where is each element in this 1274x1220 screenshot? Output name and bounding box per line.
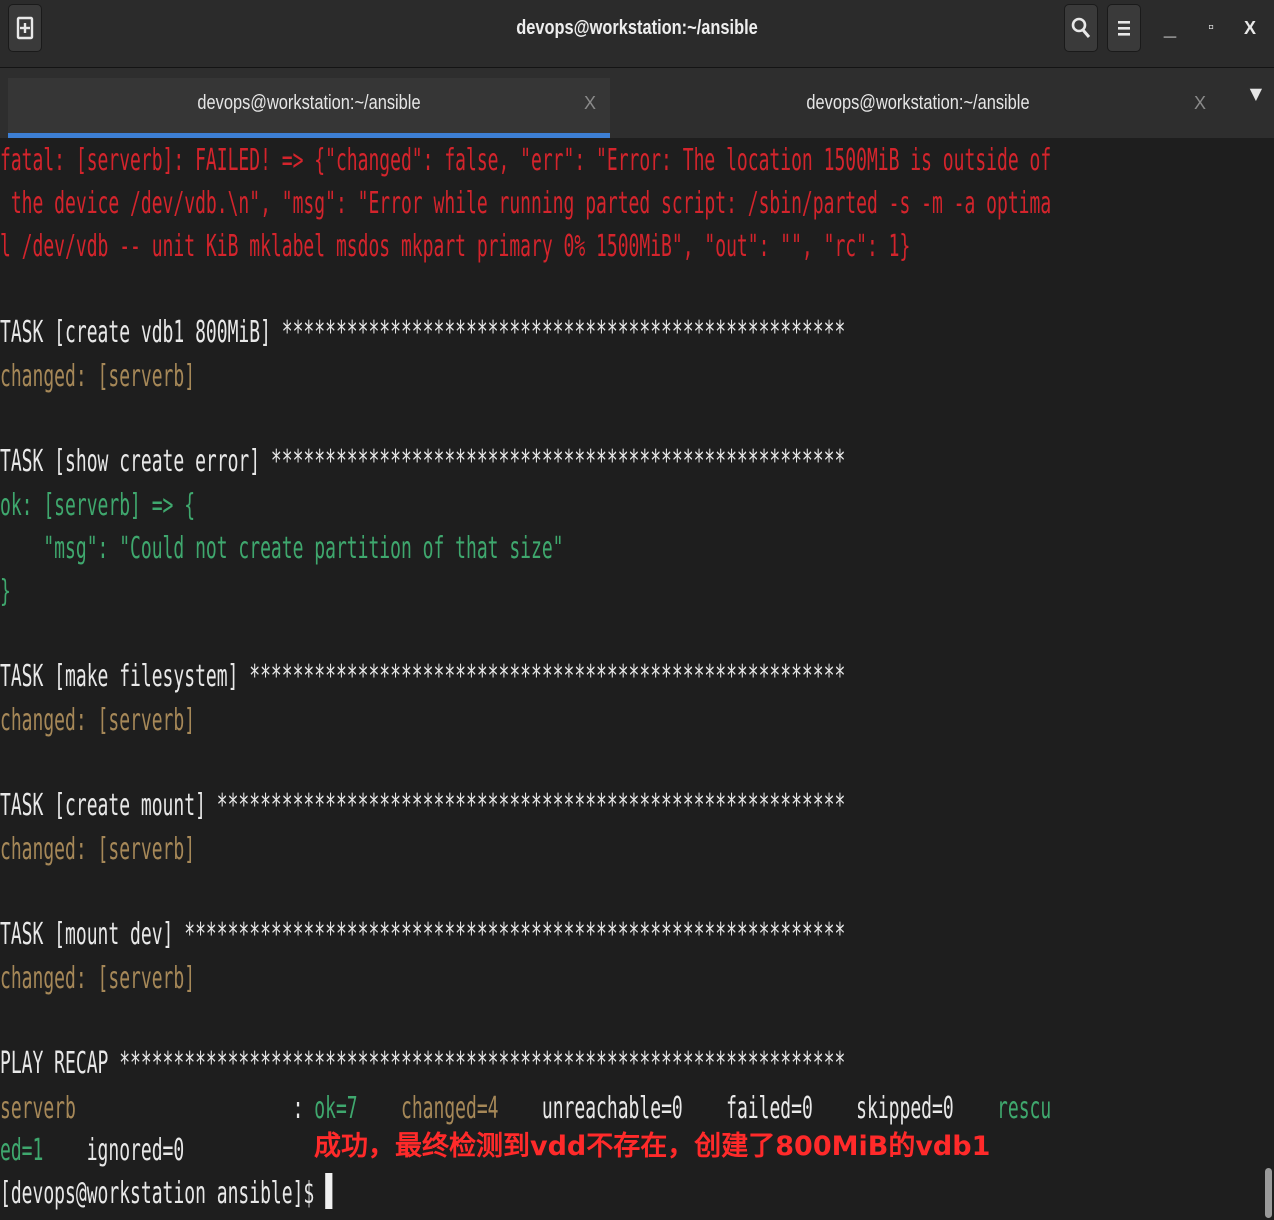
changed-line-1: changed: [serverb] <box>0 359 196 394</box>
changed-line-4: changed: [serverb] <box>0 961 196 996</box>
minimize-icon: _ <box>1163 15 1177 40</box>
tab-1[interactable]: devops@workstation:~/ansible X <box>8 78 610 138</box>
scrollbar-thumb[interactable] <box>1265 1168 1272 1218</box>
window-title: devops@workstation:~/ansible <box>516 17 758 39</box>
maximize-button[interactable]: ▫ <box>1197 10 1225 46</box>
task-show-error: TASK [show create error] ***************… <box>0 444 846 479</box>
close-button[interactable]: X <box>1236 10 1264 46</box>
recap-ok: ok=7 <box>314 1091 358 1126</box>
maximize-icon: ▫ <box>1208 19 1214 36</box>
fatal-line-1: fatal: [serverb]: FAILED! => {"changed":… <box>0 143 1052 178</box>
text-cursor <box>325 1173 333 1209</box>
task-create-mount: TASK [create mount] ********************… <box>0 788 846 823</box>
tab-close-icon[interactable]: X <box>584 78 596 128</box>
prompt-text: [devops@workstation ansible]$ <box>0 1176 326 1211</box>
tab-2[interactable]: devops@workstation:~/ansible X <box>618 78 1218 138</box>
recap-skipped: skipped=0 <box>856 1091 954 1126</box>
task-create-vdb1: TASK [create vdb1 800MiB] **************… <box>0 315 846 350</box>
play-recap-line: PLAY RECAP *****************************… <box>0 1046 846 1081</box>
chevron-down-icon: ▼ <box>1249 84 1262 103</box>
tab-label: devops@workstation:~/ansible <box>197 92 421 114</box>
menu-button[interactable] <box>1107 4 1141 52</box>
recap-rescued: rescu <box>997 1091 1052 1126</box>
recap-line-2: ed=1 ignored=0 <box>0 1130 184 1172</box>
recap-ignored: ignored=0 <box>86 1133 185 1168</box>
shell-prompt[interactable]: [devops@workstation ansible]$ <box>0 1173 333 1215</box>
recap-unreachable: unreachable=0 <box>541 1091 683 1126</box>
title-bar: devops@workstation:~/ansible _ ▫ X <box>0 0 1274 68</box>
search-button[interactable] <box>1064 4 1098 52</box>
tab-dropdown-button[interactable]: ▼ <box>1250 84 1262 103</box>
fatal-line-3: l /dev/vdb -- unit KiB mklabel msdos mkp… <box>0 229 911 264</box>
recap-changed: changed=4 <box>400 1091 499 1126</box>
task-mount-dev: TASK [mount dev] ***********************… <box>0 917 846 952</box>
annotation-note: 成功，最终检测到vdd不存在，创建了800MiB的vdb1 <box>314 1131 991 1162</box>
minimize-button[interactable]: _ <box>1156 10 1184 46</box>
msg-line: "msg": "Could not create partition of th… <box>0 531 564 566</box>
search-icon <box>1071 17 1091 38</box>
terminal-output[interactable]: fatal: [serverb]: FAILED! => {"changed":… <box>0 138 1274 1220</box>
fatal-line-2: the device /dev/vdb.\n", "msg": "Error w… <box>0 186 1052 221</box>
tab-close-icon[interactable]: X <box>1194 78 1206 128</box>
recap-rescued-cont: ed=1 <box>0 1133 44 1168</box>
new-tab-icon <box>16 16 34 40</box>
ok-line: ok: [serverb] => { <box>0 488 196 523</box>
changed-line-2: changed: [serverb] <box>0 703 196 738</box>
recap-host: serverb <box>0 1091 76 1126</box>
changed-line-3: changed: [serverb] <box>0 832 196 867</box>
tab-bar: devops@workstation:~/ansible X devops@wo… <box>0 68 1274 138</box>
close-icon: X <box>1243 17 1256 38</box>
recap-failed: failed=0 <box>726 1091 813 1126</box>
tab-label: devops@workstation:~/ansible <box>806 92 1030 114</box>
task-make-filesystem: TASK [make filesystem] *****************… <box>0 659 846 694</box>
hamburger-menu-icon <box>1118 21 1130 36</box>
new-tab-button[interactable] <box>8 4 42 52</box>
close-brace-line: } <box>0 574 11 609</box>
